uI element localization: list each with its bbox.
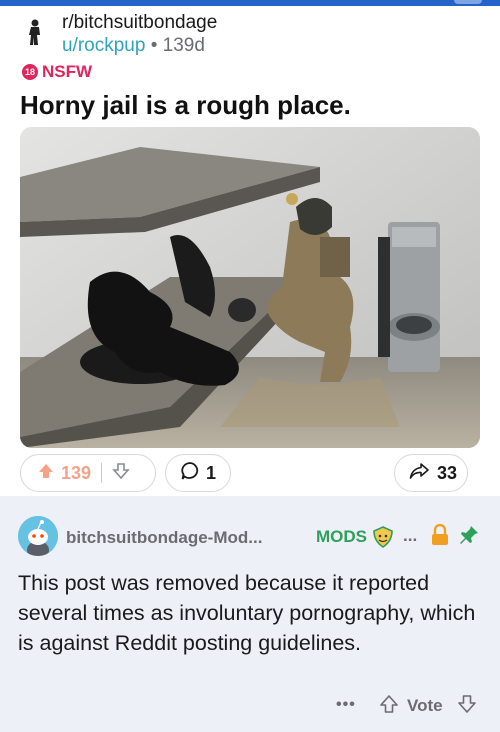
- comment-upvote-button[interactable]: [378, 693, 400, 720]
- top-accent-tab: [454, 0, 482, 4]
- downvote-arrow-icon: [112, 462, 130, 479]
- nsfw-label: NSFW: [42, 62, 93, 81]
- vote-score: 139: [61, 462, 92, 483]
- share-button[interactable]: 33: [394, 454, 468, 492]
- nsfw-tag: 18 NSFW: [22, 62, 92, 82]
- downvote-button[interactable]: [112, 462, 130, 485]
- figure-icon: [29, 19, 40, 45]
- mod-shield-icon: [372, 526, 394, 553]
- snoo-icon: [18, 516, 58, 556]
- vote-control: 139: [20, 454, 156, 492]
- comment-bubble-icon: [180, 461, 200, 486]
- mod-avatar[interactable]: [18, 516, 58, 556]
- comment-downvote-icon: [458, 695, 476, 713]
- post-actions: 139 1 33: [20, 454, 480, 494]
- mod-username[interactable]: bitchsuitbondage-Mod...: [66, 528, 262, 548]
- post-age: 139d: [162, 35, 205, 56]
- top-accent-bar: [0, 0, 500, 6]
- meta-separator: •: [145, 35, 163, 56]
- subreddit-name[interactable]: r/bitchsuitbondage: [62, 12, 217, 34]
- comment-vote-label: Vote: [407, 696, 443, 715]
- post-author[interactable]: u/rockpup: [62, 35, 145, 56]
- comment-count: 1: [206, 462, 217, 483]
- upvote-button[interactable]: [37, 462, 55, 485]
- mod-comment: bitchsuitbondage-Mod... MODS ... This po…: [0, 496, 500, 732]
- nsfw-18-icon: 18: [22, 64, 38, 80]
- post-header: r/bitchsuitbondage u/rockpup • 139d: [18, 12, 482, 60]
- pin-icon: [458, 524, 480, 551]
- post-photo: [20, 127, 480, 448]
- mods-flair: MODS: [316, 527, 367, 546]
- comments-button[interactable]: 1: [165, 454, 231, 492]
- post-image[interactable]: [20, 127, 480, 448]
- share-arrow-icon: [409, 462, 429, 485]
- comment-upvote-icon: [380, 695, 398, 713]
- comment-more-button[interactable]: •••: [336, 696, 356, 714]
- vote-divider: [101, 463, 103, 483]
- mod-more-indicator: ...: [403, 526, 418, 545]
- subreddit-avatar[interactable]: [18, 16, 52, 50]
- post-title[interactable]: Horny jail is a rough place.: [20, 90, 351, 121]
- share-count: 33: [437, 462, 458, 483]
- upvote-arrow-icon: [39, 463, 53, 478]
- comment-downvote-button[interactable]: [456, 693, 478, 720]
- mod-comment-text: This post was removed because it reporte…: [18, 571, 476, 655]
- post-meta: u/rockpup • 139d: [62, 35, 205, 57]
- lock-icon: [430, 523, 450, 551]
